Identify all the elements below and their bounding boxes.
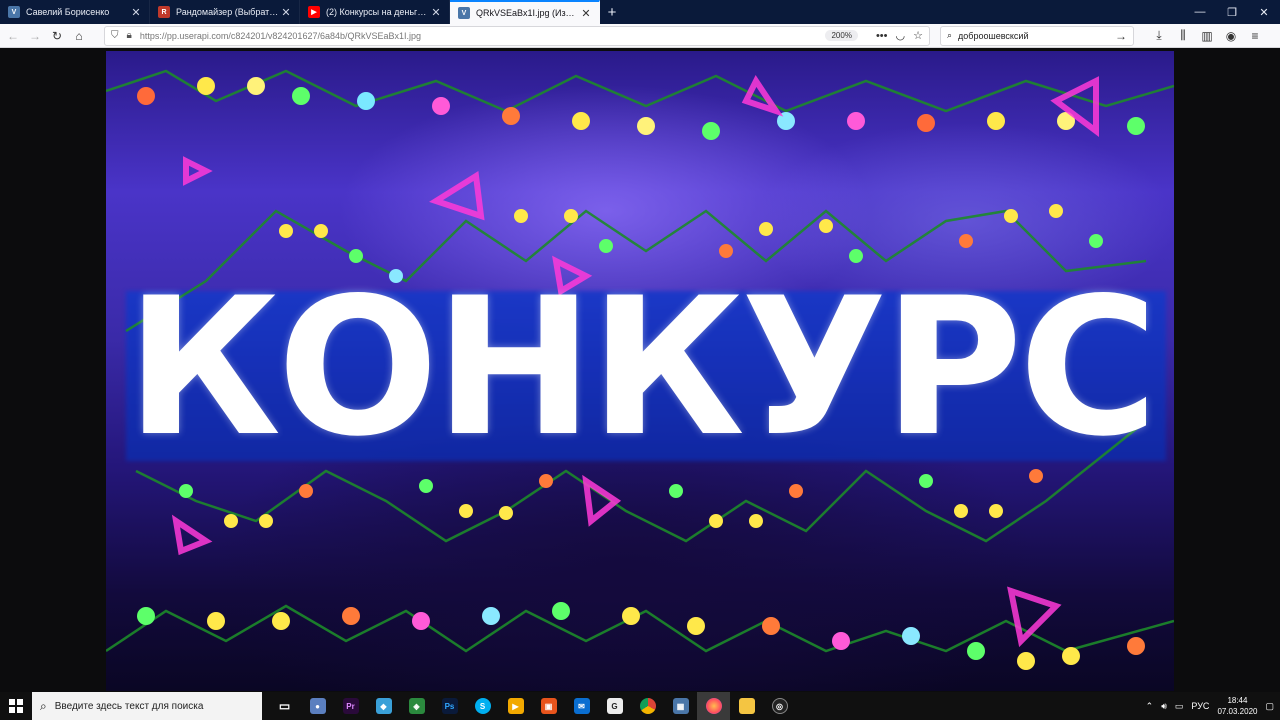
search-icon: ⌕ [40,698,47,713]
search-value[interactable]: доброошевсксий [958,31,1028,41]
close-tab-icon[interactable]: ✕ [579,6,593,20]
skype-icon[interactable]: S [466,692,499,720]
image-viewer: КОНКУРС [0,48,1280,692]
premiere-icon[interactable]: Pr [334,692,367,720]
close-tab-icon[interactable]: ✕ [429,5,443,19]
reload-icon[interactable]: ↻ [46,25,68,47]
windows-taskbar: ⌕ Введите здесь текст для поиска ▭ ● Pr … [0,692,1280,720]
tab-title: (2) Конкурсы на деньги - YouTube [326,7,429,17]
youtube-icon: ▶ [308,6,320,18]
url-text[interactable]: https://pp.userapi.com/c824201/v82420162… [140,31,826,41]
restore-icon[interactable]: ❐ [1216,0,1248,24]
task-view-icon[interactable]: ▭ [268,692,301,720]
app-icon-4[interactable]: ◈ [400,692,433,720]
app-icon-1[interactable]: ● [301,692,334,720]
clock[interactable]: 18:44 07.03.2020 [1217,695,1257,717]
toolbar-icons: ⤓ ⫼ ▥ ◉ ≡ [1148,25,1266,47]
download-icon[interactable]: ⤓ [1148,25,1170,47]
tray-arrow-icon[interactable]: ⌃ [1146,701,1154,712]
file-explorer-icon[interactable] [730,692,763,720]
close-tab-icon[interactable]: ✕ [279,5,293,19]
tab-strip: V Савелий Борисенко ✕ R Рандомайзер (Выб… [0,0,1280,24]
app-icon-10[interactable]: G [598,692,631,720]
app-icon-7[interactable]: ▶ [499,692,532,720]
search-icon: ⌕ [947,30,953,40]
clock-time: 18:44 [1227,696,1248,705]
windows-start-icon[interactable] [0,692,32,720]
account-icon[interactable]: ◉ [1220,25,1242,47]
contest-headline: КОНКУРС [125,257,1158,478]
close-window-icon[interactable]: ✕ [1248,0,1280,24]
vk-icon: V [8,6,20,18]
sidebar-icon[interactable]: ▥ [1196,25,1218,47]
window-controls: — ❐ ✕ [1184,0,1280,24]
app-icon-12[interactable]: ▦ [664,692,697,720]
library-icon[interactable]: ⫼ [1172,25,1194,47]
app-icon-3[interactable]: ◆ [367,692,400,720]
menu-icon[interactable]: ≡ [1244,25,1266,47]
page-actions-icon[interactable]: ••• [876,30,888,42]
back-arrow-icon[interactable]: ← [2,25,24,47]
shield-icon[interactable]: ⛉ [111,30,119,41]
address-bar[interactable]: ⛉ 🔒︎ https://pp.userapi.com/c824201/v824… [104,25,930,46]
search-field[interactable]: ⌕ доброошевсксий → [940,25,1134,46]
vk-icon: V [458,7,470,19]
tab-1[interactable]: V Савелий Борисенко ✕ [0,0,150,24]
volume-icon[interactable]: 🔊︎ [1161,701,1167,712]
tab-4-active[interactable]: V QRkVSEaBx1I.jpg (Изображение) ✕ [450,0,600,24]
chrome-icon[interactable] [631,692,664,720]
bookmark-star-icon[interactable]: ☆ [913,29,923,42]
tab-title: Савелий Борисенко [26,7,110,17]
app-icon-8[interactable]: ▣ [532,692,565,720]
mail-icon[interactable]: ✉ [565,692,598,720]
tab-3[interactable]: ▶ (2) Конкурсы на деньги - YouTube ✕ [300,0,450,24]
taskbar-apps: ▭ ● Pr ◆ ◈ Ps S ▶ ▣ ✉ G ▦ ◎ [268,692,796,720]
tab-title: QRkVSEaBx1I.jpg (Изображение) [476,8,579,18]
taskbar-search-placeholder: Введите здесь текст для поиска [54,700,204,712]
search-go-arrow-icon[interactable]: → [1115,29,1127,43]
contest-banner-image[interactable]: КОНКУРС [106,51,1174,691]
home-icon[interactable]: ⌂ [68,25,90,47]
new-tab-button[interactable]: + [600,0,624,24]
tab-title: Рандомайзер (Выбрать победителя) [176,7,279,17]
notifications-icon[interactable]: ▢ [1265,701,1274,712]
clock-date: 07.03.2020 [1217,707,1258,716]
pocket-icon[interactable]: ◡ [896,29,906,42]
navigation-bar: ← → ↻ ⌂ ⛉ 🔒︎ https://pp.userapi.com/c824… [0,24,1280,48]
system-tray: ⌃ 🔊︎ ▭ РУС 18:44 07.03.2020 ▢ [1146,695,1280,717]
app-icon-15[interactable]: ◎ [763,692,796,720]
zoom-level[interactable]: 200% [825,30,858,41]
minimize-icon[interactable]: — [1184,0,1216,24]
firefox-icon[interactable] [697,692,730,720]
photoshop-icon[interactable]: Ps [433,692,466,720]
network-icon[interactable]: ▭ [1175,701,1184,712]
forward-arrow-icon[interactable]: → [24,25,46,47]
lock-icon[interactable]: 🔒︎ [127,30,132,41]
randomizer-icon: R [158,6,170,18]
taskbar-search-input[interactable]: ⌕ Введите здесь текст для поиска [32,692,262,720]
keyboard-language[interactable]: РУС [1191,701,1209,711]
tab-2[interactable]: R Рандомайзер (Выбрать победителя) ✕ [150,0,300,24]
close-tab-icon[interactable]: ✕ [129,5,143,19]
